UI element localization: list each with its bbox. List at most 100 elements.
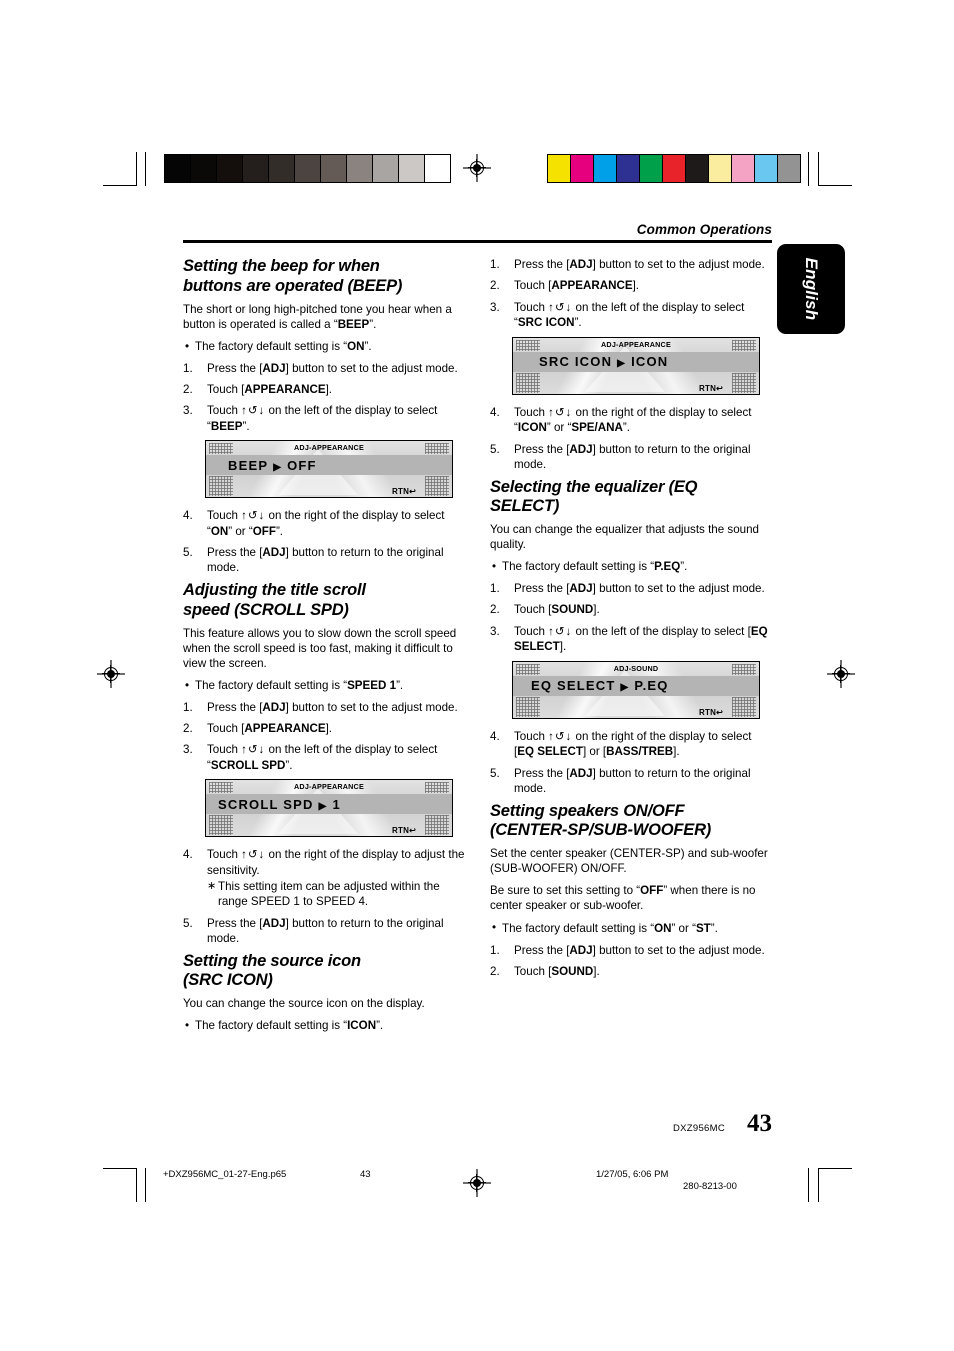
- lcd-title: ADJ-APPEARANCE: [294, 443, 364, 453]
- color-swatch: [570, 155, 593, 182]
- gray-swatch: [424, 155, 450, 182]
- touch-arrows-icon: ↑↺↓: [241, 849, 266, 862]
- lcd-softkey-bottom-left: [209, 476, 233, 497]
- right-column: 1. Press the [ADJ] button to set to the a…: [490, 257, 772, 1040]
- lcd-arrow-icon: ▶: [273, 461, 283, 473]
- list-item: 1. Press the [ADJ] button to set to the a…: [490, 943, 765, 957]
- crop-mark-bottom-left: [103, 1168, 138, 1202]
- spk-intro-2: Be sure to set this setting to “OFF” whe…: [490, 884, 756, 913]
- lcd-display-scroll-spd: ADJ-APPEARANCE SCROLL SPD ▶ 1 RTN↩: [205, 779, 453, 838]
- spk-steps: 1. Press the [ADJ] button to set to the a…: [490, 943, 772, 979]
- list-item: 4. Touch ↑↺↓ on the right of the display …: [490, 405, 752, 435]
- print-slug-filename: +DXZ956MC_01-27-Eng.p65: [163, 1169, 287, 1180]
- list-item: 5. Press the [ADJ] button to return to th…: [490, 442, 751, 471]
- lcd-softkey-bottom-left: [209, 815, 233, 836]
- section-title-src-icon: Setting the source icon (SRC ICON): [183, 952, 465, 991]
- list-item: 4. Touch ↑↺↓ on the right of the display …: [183, 847, 465, 909]
- touch-arrows-icon: ↑↺↓: [241, 744, 266, 757]
- color-swatch: [593, 155, 616, 182]
- eq-intro: You can change the equalizer that adjust…: [490, 523, 760, 552]
- list-item: 3. Touch ↑↺↓ on the left of the display t…: [490, 300, 745, 330]
- list-item: 5. Press the [ADJ] button to return to th…: [183, 546, 444, 575]
- lcd-return-label: RTN↩: [392, 826, 416, 836]
- lcd-softkey-bottom-right: [425, 476, 449, 497]
- lcd-param: SRC ICON: [539, 354, 613, 370]
- lcd-param: BEEP: [228, 457, 269, 473]
- color-swatch: [685, 155, 708, 182]
- beep-title-line2: buttons are operated (BEEP): [183, 276, 403, 295]
- lcd-title: ADJ-APPEARANCE: [294, 782, 364, 792]
- scroll-title-line1: Adjusting the title scroll: [183, 581, 366, 600]
- substep-note: This setting item can be adjusted within…: [207, 879, 465, 909]
- crop-mark-top-left: [103, 152, 138, 187]
- list-item: 2. Touch [SOUND].: [490, 603, 600, 617]
- lcd-return-label: RTN↩: [699, 383, 723, 393]
- lcd-value-band: SRC ICON ▶ ICON: [513, 351, 759, 372]
- list-item: 1. Press the [ADJ] button to set to the a…: [183, 701, 458, 715]
- spk-bullets: The factory default setting is “ON” or “…: [490, 920, 772, 936]
- two-column-layout: Setting the beep for when buttons are op…: [183, 257, 772, 1040]
- eq-bullets: The factory default setting is “P.EQ”.: [490, 559, 772, 574]
- beep-steps-cont: 4. Touch ↑↺↓ on the right of the display …: [183, 508, 465, 575]
- registration-mark-left: [97, 660, 125, 688]
- spk-title-line2: (CENTER-SP/SUB-WOOFER): [490, 820, 712, 839]
- list-item: 1. Press the [ADJ] button to set to the a…: [183, 362, 458, 376]
- list-item: 2. Touch [APPEARANCE].: [490, 279, 640, 293]
- crop-mark-top-right-inner: [808, 152, 810, 186]
- page-number: 43: [747, 1110, 772, 1137]
- list-item: 1. Press the [ADJ] button to set to the a…: [490, 258, 765, 272]
- lcd-value-row: SCROLL SPD ▶ 1: [218, 797, 341, 812]
- lcd-softkey-bottom-left: [516, 372, 540, 393]
- lcd-arrow-icon: ▶: [617, 358, 627, 370]
- beep-steps: 1. Press the [ADJ] button to set to the a…: [183, 361, 465, 434]
- list-item: 3. Touch ↑↺↓ on the left of the display t…: [183, 404, 438, 434]
- beep-title-line1: Setting the beep for when: [183, 257, 380, 276]
- section-title-scroll-spd: Adjusting the title scroll speed (SCROLL…: [183, 581, 465, 620]
- srcicon-steps-cont: 4. Touch ↑↺↓ on the right of the display …: [490, 405, 772, 472]
- lcd-param: SCROLL SPD: [218, 796, 314, 812]
- srcicon-title-line1: Setting the source icon: [183, 951, 361, 970]
- scroll-steps-cont: 4. Touch ↑↺↓ on the right of the display …: [183, 847, 465, 945]
- lcd-value-band: SCROLL SPD ▶ 1: [206, 794, 452, 815]
- gray-swatch: [242, 155, 268, 182]
- lcd-param: EQ SELECT: [531, 678, 616, 694]
- color-swatch: [777, 155, 800, 182]
- touch-arrows-icon: ↑↺↓: [548, 730, 573, 743]
- color-swatch: [548, 155, 570, 182]
- language-tab-english: English: [777, 244, 845, 334]
- lcd-value: OFF: [287, 457, 317, 473]
- scroll-intro: This feature allows you to slow down the…: [183, 627, 457, 671]
- section-title-beep: Setting the beep for when buttons are op…: [183, 257, 465, 296]
- beep-intro: The short or long high-pitched tone you …: [183, 302, 452, 332]
- registration-mark-right: [827, 660, 855, 688]
- page-footer: DXZ956MC 43: [600, 1110, 772, 1138]
- eq-title-line1: Selecting the equalizer (EQ: [490, 477, 698, 496]
- crop-mark-bottom-right-inner: [808, 1168, 810, 1202]
- beep-bullets: The factory default setting is “ON”.: [183, 339, 465, 354]
- gray-swatch: [165, 155, 190, 182]
- list-item: 4. Touch ↑↺↓ on the right of the display …: [490, 729, 752, 759]
- page-content: Common Operations Setting the beep for w…: [183, 222, 772, 1040]
- color-swatch: [708, 155, 731, 182]
- left-column: Setting the beep for when buttons are op…: [183, 257, 465, 1040]
- lcd-arrow-icon: ▶: [318, 800, 328, 812]
- list-item: 3. Touch ↑↺↓ on the left of the display t…: [183, 743, 438, 773]
- print-slug-date: 1/27/05, 6:06 PM: [596, 1169, 669, 1180]
- touch-arrows-icon: ↑↺↓: [241, 405, 266, 418]
- list-item: 4. Touch ↑↺↓ on the right of the display …: [183, 509, 445, 539]
- lcd-softkey-bottom-right: [732, 372, 756, 393]
- running-head: Common Operations: [636, 222, 772, 237]
- list-item: 5. Press the [ADJ] button to return to th…: [183, 916, 444, 945]
- gray-swatch: [346, 155, 372, 182]
- scroll-title-line2: speed (SCROLL SPD): [183, 600, 349, 619]
- eq-steps-cont: 4. Touch ↑↺↓ on the right of the display …: [490, 729, 772, 796]
- lcd-value: P.EQ: [634, 678, 669, 694]
- crop-mark-bottom-right: [818, 1168, 852, 1202]
- lcd-display-beep: ADJ-APPEARANCE BEEP ▶ OFF RTN↩: [205, 440, 453, 499]
- print-slug-page: 43: [360, 1169, 371, 1180]
- gray-swatch: [372, 155, 398, 182]
- list-item: 2. Touch [APPEARANCE].: [183, 722, 333, 736]
- color-swatch: [731, 155, 754, 182]
- list-item: The factory default setting is “ON” or “…: [490, 920, 772, 936]
- lcd-titlebar: ADJ-APPEARANCE: [206, 780, 452, 793]
